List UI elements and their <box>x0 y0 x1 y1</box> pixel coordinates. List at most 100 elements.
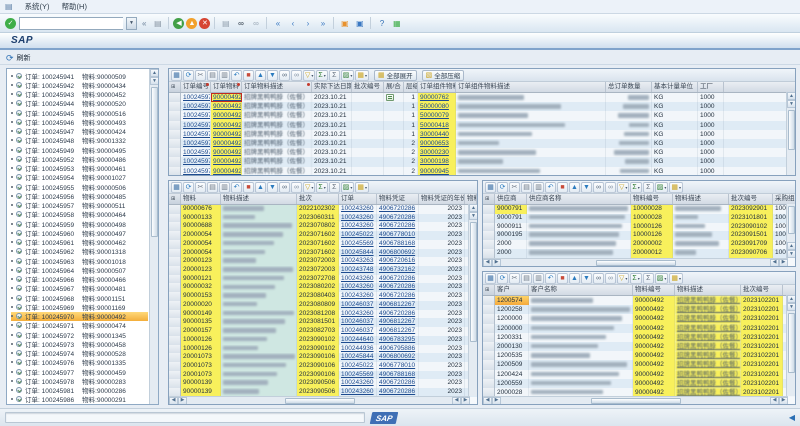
cell-material-doc[interactable]: 4906778010 <box>377 231 419 240</box>
cell-component-material[interactable]: 30000230 <box>418 148 456 157</box>
cell-material-number[interactable]: 90000492 <box>633 296 675 305</box>
collapse-all-button[interactable]: ▧全部压缩 <box>422 70 465 81</box>
cell-order-material[interactable]: 90000492 <box>211 102 242 111</box>
cell-material[interactable]: 90000139 <box>181 379 221 388</box>
cell-order[interactable]: 100245022 <box>339 231 377 240</box>
tree-item[interactable]: 订单: 100245958物料:90000464 <box>11 210 148 219</box>
cell-material-number[interactable]: 20000002 <box>631 240 673 249</box>
row-selector[interactable] <box>169 240 181 249</box>
paste-icon[interactable]: ▥ <box>219 182 230 193</box>
column-header[interactable]: 总订单数量 <box>606 82 652 92</box>
column-header[interactable]: 客户 <box>495 285 529 295</box>
cell-order[interactable]: 100243260 <box>339 205 377 214</box>
cut-icon[interactable]: ✂ <box>195 70 206 81</box>
cell-batch[interactable]: 2023081208 <box>297 310 339 319</box>
cell-material[interactable]: 20001073 <box>181 362 221 371</box>
layout-icon[interactable]: ▦▾ <box>669 182 683 193</box>
cell-material[interactable]: 10000126 <box>181 336 221 345</box>
cell-customer[interactable]: 1200509 <box>495 360 529 369</box>
cell-batch[interactable]: 2023072708 <box>297 275 339 284</box>
delete-icon[interactable]: ■ <box>557 182 568 193</box>
cell-expand-collapse[interactable] <box>384 111 404 120</box>
column-header[interactable]: 批次 <box>297 194 339 204</box>
details-icon[interactable]: ▦ <box>171 70 182 81</box>
paste-icon[interactable]: ▥ <box>219 70 230 81</box>
find-icon[interactable]: ∞ <box>593 182 604 193</box>
tree-item[interactable]: 订单: 100245968物料:90001151 <box>11 293 148 302</box>
cell-material[interactable]: 90000032 <box>181 283 221 292</box>
scroll-left-icon[interactable]: ◀ <box>770 259 779 267</box>
refresh-icon[interactable]: ⟳ <box>183 182 194 193</box>
column-header[interactable]: 层级 <box>404 82 418 92</box>
find-icon[interactable]: ∞ <box>234 17 247 30</box>
sort-desc-icon[interactable]: ▼ <box>267 70 278 81</box>
refresh-icon[interactable]: ⟳ <box>183 70 194 81</box>
scroll-thumb[interactable] <box>591 398 681 404</box>
column-header[interactable]: 订单编号 <box>181 82 211 92</box>
column-header[interactable]: 订单物料描述 <box>242 82 312 92</box>
tree-item[interactable]: 订单: 100245986物料:90000291 <box>11 395 148 404</box>
scroll-thumb[interactable] <box>788 313 795 373</box>
cell-batch[interactable]: 2023071602 <box>297 231 339 240</box>
cell-expand-collapse[interactable] <box>384 93 404 102</box>
delete-icon[interactable]: ■ <box>557 273 568 284</box>
cell-material-doc[interactable]: 4906720286 <box>377 283 419 292</box>
tree-item[interactable]: 订单: 100245963物料:90001018 <box>11 256 148 265</box>
print-icon[interactable]: ▤ <box>219 17 232 30</box>
cell-material-desc[interactable]: 招牌黑鸭鸭脖（佐餐） <box>675 324 741 333</box>
cell-batch[interactable]: 2023090102 <box>297 345 339 354</box>
cell-material[interactable]: 20000054 <box>181 249 221 258</box>
row-selector[interactable] <box>169 167 181 176</box>
column-header[interactable]: 物料 <box>181 194 221 204</box>
cell-batch-number[interactable]: 2023090102 <box>729 223 773 232</box>
last-page-icon[interactable]: » <box>316 17 329 30</box>
cell-order-material[interactable]: 90000492 <box>211 167 242 176</box>
cell-batch[interactable]: 2023081501 <box>297 318 339 327</box>
cell-order-number[interactable]: 100245970 <box>181 139 211 148</box>
row-selector[interactable] <box>483 305 495 314</box>
scroll-up-icon[interactable]: ▲ <box>469 204 478 212</box>
cell-order[interactable]: 100243260 <box>339 379 377 388</box>
cell-customer[interactable]: 1200258 <box>495 305 529 314</box>
cell-batch-number[interactable]: 2023102201 <box>741 333 783 342</box>
tree-item[interactable]: 订单: 100245948物料:90001332 <box>11 136 148 145</box>
cell-material-doc[interactable]: 4906788168 <box>377 371 419 380</box>
cell-order-number[interactable]: 100245970 <box>181 111 211 120</box>
paste-icon[interactable]: ▥ <box>533 182 544 193</box>
prev-page-icon[interactable]: ‹ <box>286 17 299 30</box>
command-dropdown-icon[interactable]: ▼ <box>126 17 137 30</box>
order-grid-scrollbar[interactable]: ▲ ▼ <box>786 92 795 175</box>
sort-desc-icon[interactable]: ▼ <box>267 182 278 193</box>
row-selector[interactable] <box>169 327 181 336</box>
cell-material-doc[interactable]: 4906720286 <box>377 205 419 214</box>
cell-order[interactable]: 100243260 <box>339 310 377 319</box>
tree-scrollbar[interactable]: ▲ ▼ <box>149 69 158 404</box>
column-header[interactable]: 批次编号 <box>741 285 783 295</box>
find-next-icon[interactable]: ∞ <box>249 17 262 30</box>
filter-icon[interactable]: ▽▾ <box>303 70 315 81</box>
cell-batch[interactable]: 2023090106 <box>297 362 339 371</box>
vendor-grid-hscrollbar[interactable]: ◀ ▶ ◀ ▶ <box>483 258 788 266</box>
cell-expand-collapse[interactable] <box>384 139 404 148</box>
cell-batch[interactable]: 2023090106 <box>297 353 339 362</box>
cell-batch-number[interactable]: 2023102201 <box>741 370 783 379</box>
undo-icon[interactable]: ↶ <box>545 182 556 193</box>
help-icon[interactable]: ? <box>375 17 388 30</box>
column-header[interactable]: 供应商 <box>495 194 527 204</box>
create-shortcut-icon[interactable]: ▣ <box>353 17 366 30</box>
column-header[interactable]: 工厂 <box>698 82 724 92</box>
column-header[interactable]: 物料编号 <box>633 285 675 295</box>
cell-order-material[interactable]: 90000492 <box>211 157 242 166</box>
cell-order[interactable]: 100246037 <box>339 301 377 310</box>
sort-asc-icon[interactable]: ▲ <box>255 182 266 193</box>
scroll-right-icon[interactable]: ▶ <box>779 397 788 405</box>
tree-item[interactable]: 订单: 100245945物料:90000516 <box>11 108 148 117</box>
scroll-down-icon[interactable]: ▼ <box>150 77 159 85</box>
find-icon[interactable]: ∞ <box>279 70 290 81</box>
tree-item[interactable]: 订单: 100245976物料:90001335 <box>11 358 148 367</box>
cell-material-number[interactable]: 90000492 <box>633 324 675 333</box>
sum-icon[interactable]: Σ▾ <box>630 182 641 193</box>
tree-item[interactable]: 订单: 100245967物料:90000481 <box>11 284 148 293</box>
tree-item[interactable]: 订单: 100245981物料:90000286 <box>11 386 148 395</box>
scroll-right-icon[interactable]: ▶ <box>492 259 501 267</box>
